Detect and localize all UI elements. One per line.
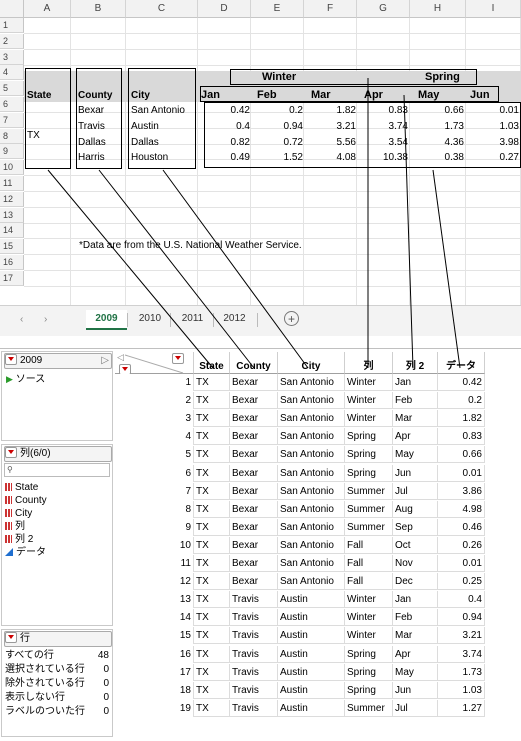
arrow-data [432, 169, 461, 369]
arrow-county [98, 169, 255, 369]
arrow-state [47, 169, 214, 369]
mapping-arrows [47, 78, 461, 369]
arrow-city [162, 169, 309, 369]
arrow-month [403, 94, 414, 369]
